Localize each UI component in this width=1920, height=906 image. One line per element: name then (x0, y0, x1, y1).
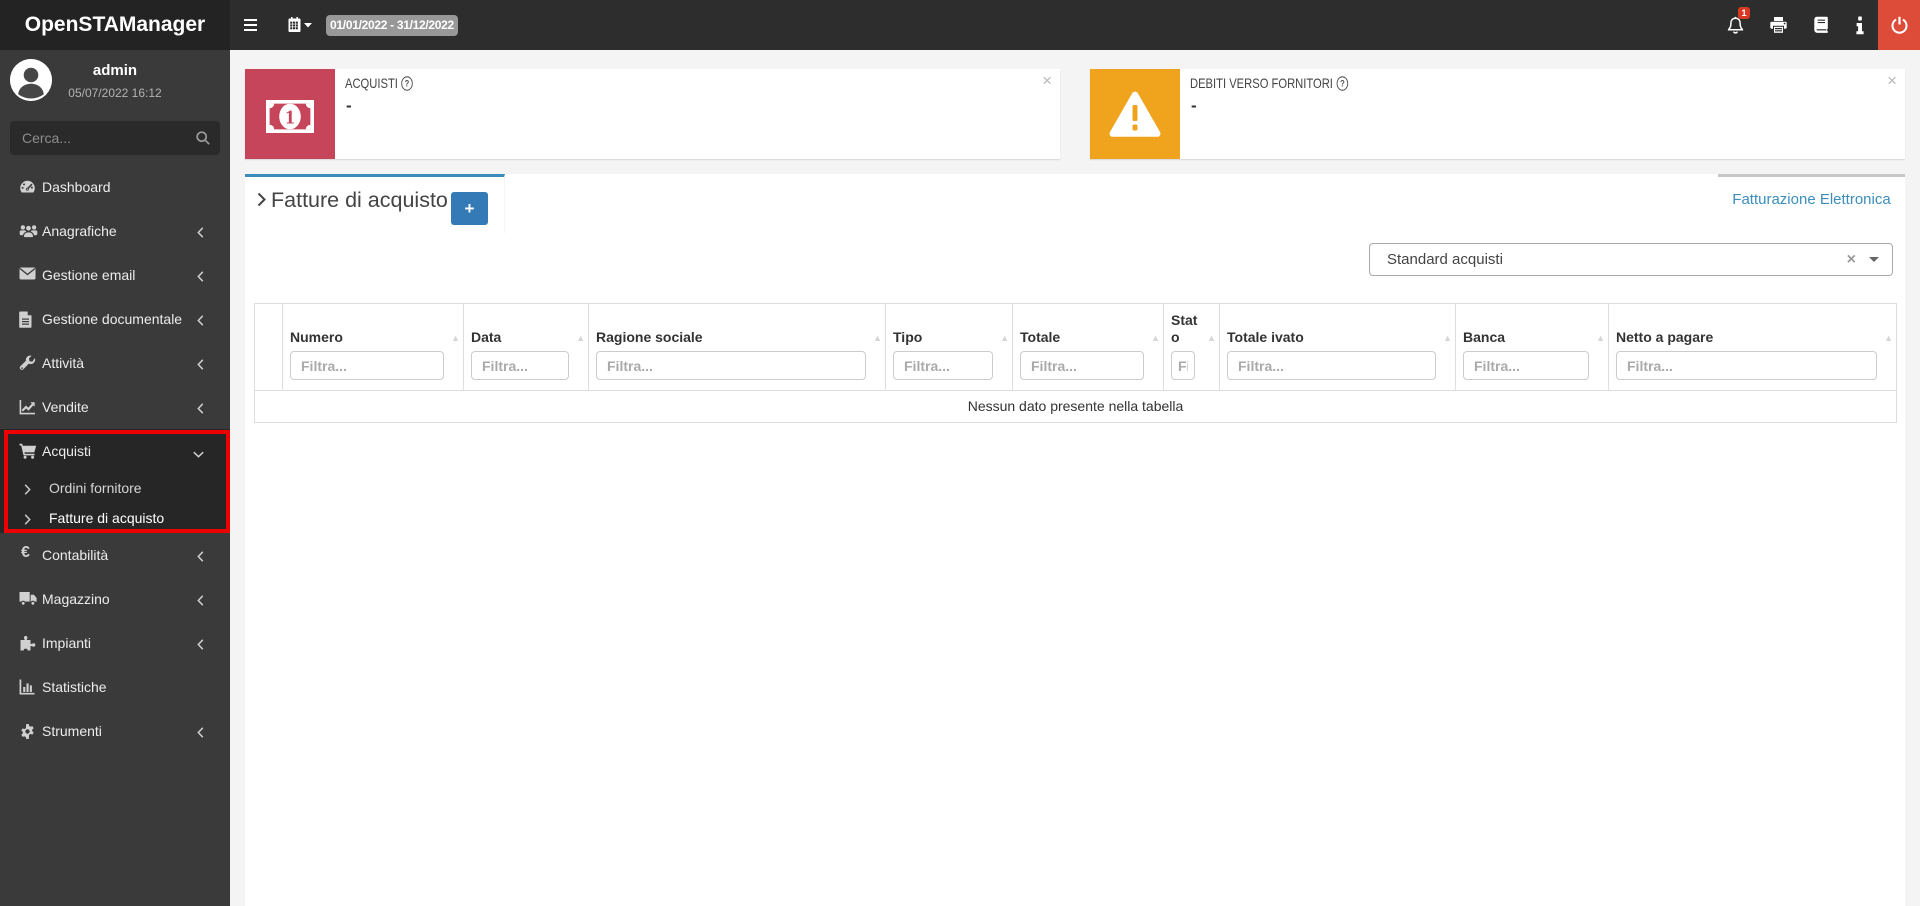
svg-text:1: 1 (285, 106, 295, 128)
svg-text:?: ? (1340, 78, 1345, 89)
svg-text:?: ? (405, 78, 410, 89)
